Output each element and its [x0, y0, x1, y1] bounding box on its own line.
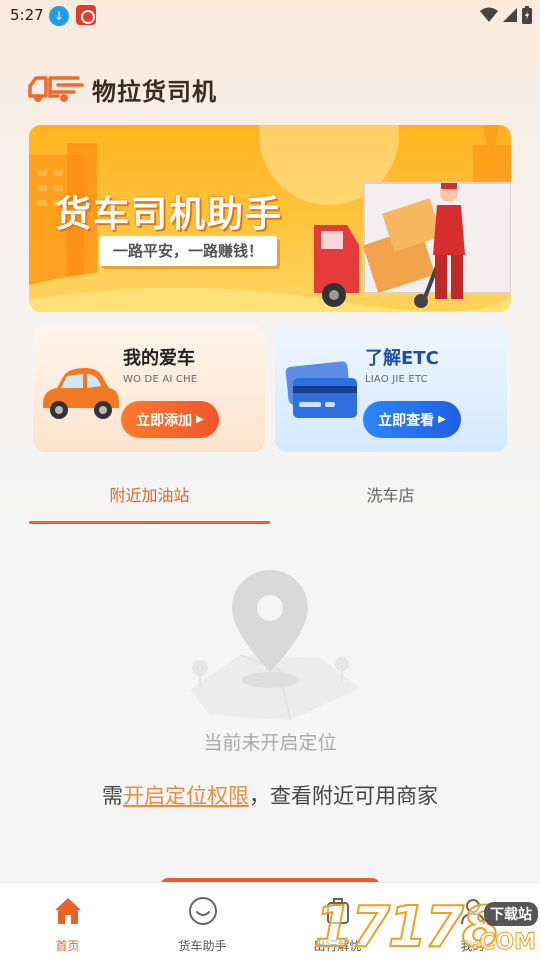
my-car-title: 我的爱车	[123, 348, 195, 369]
download-notification-icon: ↓	[49, 6, 69, 26]
banner-subtitle: 一路平安，一路赚钱！	[99, 236, 278, 266]
tab-car-wash[interactable]: 洗车店	[270, 474, 511, 526]
active-tab-indicator	[29, 521, 270, 524]
category-tabs: 附近加油站 洗车店	[29, 474, 511, 526]
truck-logo-icon	[28, 76, 84, 102]
battery-icon	[522, 6, 532, 24]
empty-state-message: 当前未开启定位	[203, 732, 337, 754]
status-bar: 5:27 ↓	[0, 0, 540, 32]
view-etc-button[interactable]: 立即查看 ▶	[363, 401, 461, 438]
site-watermark: 17178 下载站 .COM	[313, 895, 540, 960]
promo-banner[interactable]: 货车司机助手 一路平安，一路赚钱！	[29, 125, 511, 312]
chat-icon	[188, 897, 217, 925]
watermark-suffix: .COM	[470, 930, 536, 956]
status-time: 5:27	[10, 6, 44, 24]
enable-location-link[interactable]: 开启定位权限	[123, 784, 249, 808]
hint-suffix: ，查看附近可用商家	[249, 784, 438, 808]
banner-title: 货车司机助手	[55, 194, 284, 235]
location-pin-illustration	[190, 570, 360, 721]
wifi-icon	[480, 7, 498, 22]
add-car-button-label: 立即添加	[136, 412, 193, 429]
tab-car-wash-label: 洗车店	[366, 486, 415, 505]
car-icon	[43, 368, 119, 419]
bank-card-icon	[285, 361, 357, 418]
nav-truck-assistant[interactable]: 货车助手	[135, 883, 270, 960]
home-icon	[54, 898, 81, 924]
nav-home-label: 首页	[55, 939, 80, 953]
hint-prefix: 需	[102, 784, 123, 808]
system-icons	[480, 6, 532, 24]
etc-title: 了解ETC	[365, 348, 439, 369]
view-etc-button-label: 立即查看	[378, 412, 435, 429]
app-logo: 物拉货司机	[28, 72, 217, 106]
play-arrow-icon: ▶	[196, 414, 204, 425]
nav-home[interactable]: 首页	[0, 883, 135, 960]
add-car-button[interactable]: 立即添加 ▶	[121, 401, 219, 438]
my-car-card[interactable]: 我的爱车 WO DE AI CHE 立即添加 ▶	[33, 326, 265, 452]
tab-gas-stations-label: 附近加油站	[109, 486, 190, 505]
etc-subtitle: LIAO JIE ETC	[365, 374, 428, 385]
app-notification-icon	[76, 5, 96, 25]
watermark-badge: 下载站	[484, 902, 538, 926]
nav-truck-assistant-label: 货车助手	[178, 939, 227, 953]
tab-gas-stations[interactable]: 附近加油站	[29, 474, 270, 526]
etc-card[interactable]: 了解ETC LIAO JIE ETC 立即查看 ▶	[275, 326, 507, 452]
play-arrow-icon: ▶	[438, 414, 446, 425]
location-hint: 需开启定位权限，查看附近可用商家	[0, 780, 540, 810]
my-car-subtitle: WO DE AI CHE	[123, 374, 198, 385]
signal-icon	[503, 8, 517, 22]
app-title: 物拉货司机	[92, 77, 217, 106]
